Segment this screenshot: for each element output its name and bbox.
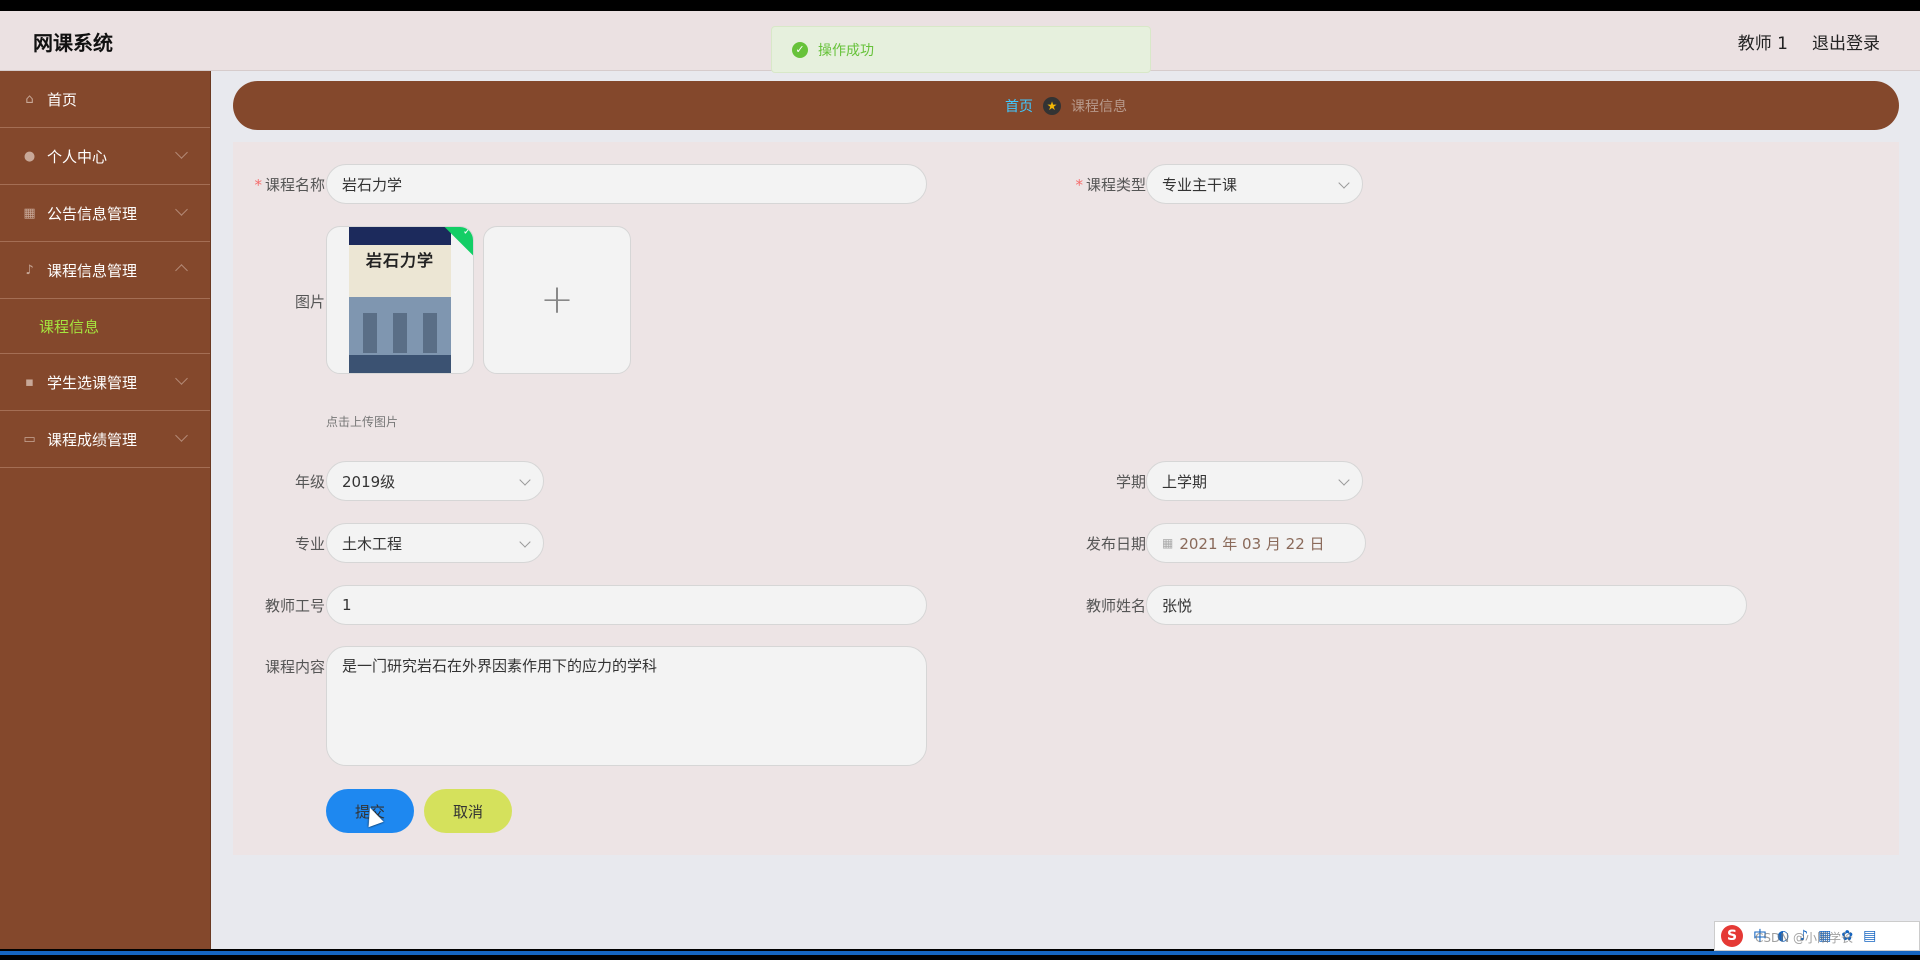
chevron-down-icon: [175, 146, 188, 159]
uploaded-image[interactable]: 岩石力学 ✓: [326, 226, 474, 374]
chevron-down-icon: [1338, 474, 1350, 486]
calendar-icon: ▦: [1162, 536, 1174, 550]
user-icon: ●: [23, 148, 36, 164]
teacher-id-label: 教师工号: [264, 597, 325, 615]
sidebar: ⌂ 首页 ● 个人中心 ▦ 公告信息管理 ♪ 课程信息管理 课程信息 ▪ 学生选…: [0, 71, 211, 949]
sidebar-item-label: 课程成绩管理: [47, 430, 138, 449]
sidebar-subitem-course-info[interactable]: 课程信息: [0, 299, 210, 354]
sidebar-item-courses[interactable]: ♪ 课程信息管理: [0, 242, 210, 299]
ime-menu-icon[interactable]: ▤: [1863, 928, 1876, 944]
plus-icon: +: [540, 277, 574, 323]
ime-toolbar[interactable]: S 中 ◐ ♪ ▦ ✿ ▤ CSDN @小阳学长: [1714, 921, 1920, 951]
chevron-down-icon: [519, 536, 531, 548]
breadcrumb-current: 课程信息: [1071, 98, 1127, 115]
semester-select[interactable]: 上学期: [1146, 461, 1363, 501]
sidebar-item-label: 课程信息管理: [47, 261, 138, 280]
monitor-icon: ▭: [23, 431, 36, 447]
publish-date-picker[interactable]: ▦ 2021 年 03 月 22 日: [1146, 523, 1366, 563]
home-icon: ⌂: [25, 91, 34, 107]
chevron-up-icon: [175, 264, 188, 277]
cancel-button[interactable]: 取消: [424, 789, 512, 833]
major-select[interactable]: 土木工程: [326, 523, 544, 563]
upload-button[interactable]: +: [483, 226, 631, 374]
course-name-input[interactable]: 岩石力学: [326, 164, 927, 204]
microphone-icon: ♪: [25, 262, 34, 278]
watermark: CSDN @小阳学长: [1755, 931, 1854, 945]
course-name-label: * 课程名称: [254, 176, 325, 194]
upload-hint: 点击上传图片: [326, 415, 399, 429]
semester-label: 学期: [1115, 473, 1146, 491]
sidebar-item-notices[interactable]: ▦ 公告信息管理: [0, 185, 210, 242]
check-circle-icon: ✓: [792, 41, 808, 58]
grade-label: 年级: [294, 473, 325, 491]
success-toast: ✓ 操作成功: [771, 26, 1151, 73]
toast-message: 操作成功: [818, 42, 874, 59]
chevron-down-icon: [1338, 177, 1350, 189]
grid-icon: ▪: [25, 374, 34, 390]
book-cover-image: 岩石力学: [349, 227, 451, 373]
sidebar-item-label: 首页: [47, 90, 78, 109]
app-title: 网课系统: [33, 31, 113, 55]
chart-icon: ▦: [23, 205, 36, 221]
sidebar-item-label: 公告信息管理: [47, 204, 138, 223]
bottom-strip: [0, 949, 1920, 960]
chevron-down-icon: [175, 372, 188, 385]
sidebar-item-profile[interactable]: ● 个人中心: [0, 128, 210, 185]
course-form: * 课程名称 岩石力学 * 课程类型 专业主干课 图片 岩石力学 ✓ + 点击上传图…: [233, 142, 1899, 855]
sidebar-item-grades[interactable]: ▭ 课程成绩管理: [0, 411, 210, 468]
image-label: 图片: [294, 293, 325, 311]
sidebar-item-enrollment[interactable]: ▪ 学生选课管理: [0, 354, 210, 411]
logout-link[interactable]: 退出登录: [1812, 29, 1880, 54]
teacher-name-label: 教师姓名: [1085, 597, 1146, 615]
sidebar-item-label: 学生选课管理: [47, 373, 138, 392]
app-window: 网课系统 教师 1 退出登录 ✓ 操作成功 ⌂ 首页 ● 个人中心 ▦ 公告信息…: [0, 11, 1920, 949]
course-type-select[interactable]: 专业主干课: [1146, 164, 1363, 204]
chevron-down-icon: [175, 203, 188, 216]
check-icon: ✓: [462, 226, 472, 238]
breadcrumb: 首页 ★ 课程信息: [233, 81, 1899, 130]
chevron-down-icon: [519, 474, 531, 486]
major-label: 专业: [294, 535, 325, 553]
publish-date-label: 发布日期: [1085, 535, 1146, 553]
content-textarea[interactable]: 是一门研究岩石在外界因素作用下的应力的学科: [326, 646, 927, 766]
grade-select[interactable]: 2019级: [326, 461, 544, 501]
content-label: 课程内容: [264, 658, 325, 676]
current-user[interactable]: 教师 1: [1738, 29, 1788, 54]
sidebar-item-label: 个人中心: [47, 147, 108, 166]
sidebar-item-home[interactable]: ⌂ 首页: [0, 71, 210, 128]
star-icon: ★: [1043, 96, 1061, 115]
course-type-label: * 课程类型: [1075, 176, 1146, 194]
teacher-name-input[interactable]: 张悦: [1146, 585, 1747, 625]
progress-bar: [0, 951, 1920, 955]
chevron-down-icon: [175, 429, 188, 442]
teacher-id-input[interactable]: 1: [326, 585, 927, 625]
sogou-icon: S: [1721, 925, 1743, 947]
breadcrumb-home[interactable]: 首页: [1005, 96, 1033, 116]
